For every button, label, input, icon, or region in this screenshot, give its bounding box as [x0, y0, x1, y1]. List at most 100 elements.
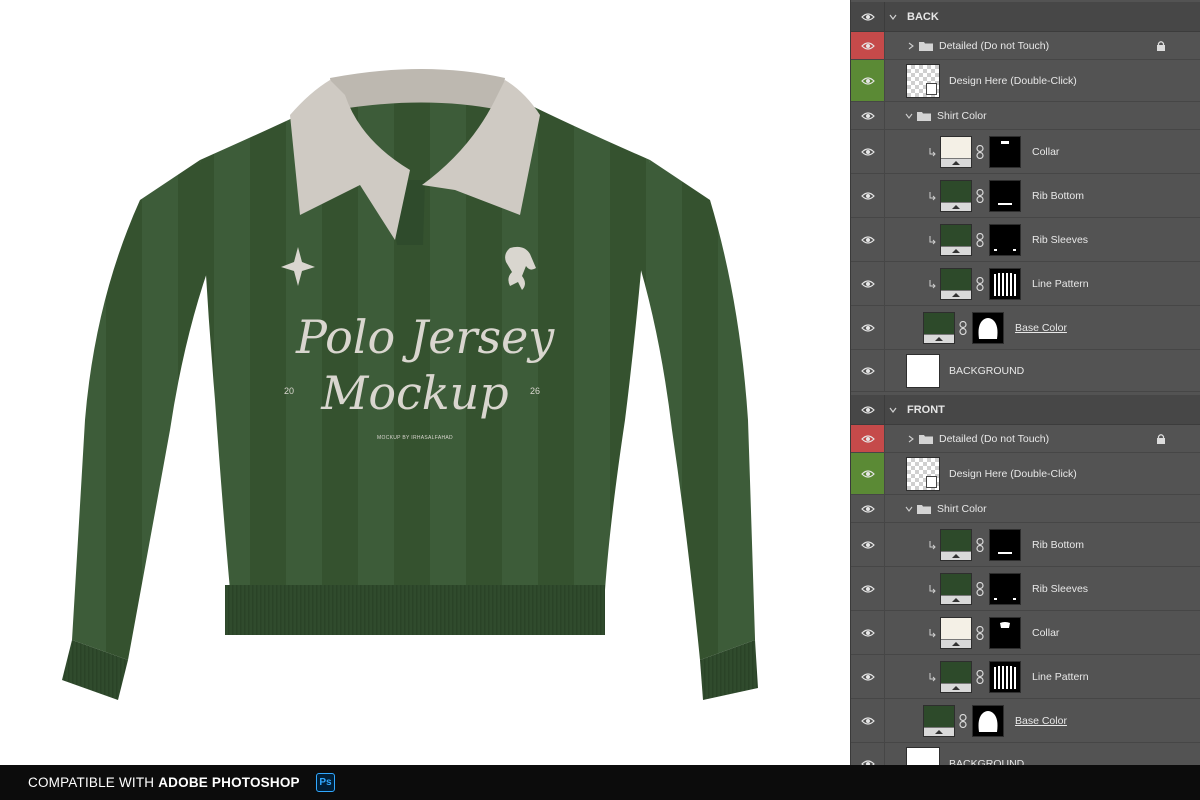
smart-object-thumbnail: [906, 457, 940, 491]
fill-indicator-icon: [941, 639, 971, 648]
layer-row[interactable]: Rib Bottom: [851, 523, 1200, 567]
mockup-canvas: Polo Jersey Mockup 20 26 MOCKUP BY IRHAS…: [0, 0, 850, 765]
color-fill-thumbnail: [940, 661, 972, 693]
layer-row[interactable]: Rib Bottom: [851, 174, 1200, 218]
eye-icon: [860, 628, 875, 637]
eye-icon: [860, 279, 875, 288]
smart-object-thumbnail: [906, 64, 940, 98]
mask-shape-icon: [994, 249, 1016, 251]
layer-row[interactable]: BACKGROUND: [851, 350, 1200, 392]
layer-row[interactable]: Base Color: [851, 306, 1200, 350]
link-chain-icon: [976, 670, 984, 684]
layer-group-label: BACK: [907, 11, 939, 23]
layer-group-label: FRONT: [907, 404, 945, 416]
visibility-toggle[interactable]: [851, 495, 885, 522]
visibility-toggle[interactable]: [851, 395, 885, 424]
color-fill-thumbnail: [923, 705, 955, 737]
folder-icon: [917, 112, 931, 121]
layer-row[interactable]: Line Pattern: [851, 262, 1200, 306]
visibility-toggle[interactable]: [851, 306, 885, 349]
layer-name: Base Color: [1015, 322, 1067, 334]
color-fill-thumbnail: [923, 312, 955, 344]
clipping-mask-icon: [929, 629, 936, 638]
folder-icon: [919, 42, 933, 51]
layer-row[interactable]: Detailed (Do not Touch): [851, 425, 1200, 453]
visibility-toggle[interactable]: [851, 453, 885, 494]
eye-icon: [860, 716, 875, 725]
color-fill-thumbnail: [940, 529, 972, 561]
layer-group-front[interactable]: FRONT: [851, 395, 1200, 425]
layer-name: Rib Bottom: [1032, 190, 1084, 202]
layer-name: Detailed (Do not Touch): [939, 433, 1050, 445]
design-title-line1: Polo Jersey: [296, 310, 555, 364]
color-fill-thumbnail: [940, 136, 972, 168]
layer-name: BACKGROUND: [949, 758, 1025, 765]
visibility-toggle[interactable]: [851, 699, 885, 742]
fill-indicator-icon: [924, 334, 954, 343]
design-title-line2: Mockup: [321, 366, 509, 420]
mask-shape-icon: [978, 318, 998, 339]
visibility-toggle[interactable]: [851, 262, 885, 305]
mask-shape-icon: [998, 552, 1012, 554]
design-year-left: 20: [284, 386, 295, 396]
fill-indicator-icon: [941, 551, 971, 560]
layer-row[interactable]: BACKGROUND: [851, 743, 1200, 765]
layer-mask-thumbnail: [989, 224, 1021, 256]
visibility-toggle[interactable]: [851, 567, 885, 610]
visibility-toggle[interactable]: [851, 743, 885, 765]
eye-icon: [860, 235, 875, 244]
eye-icon: [860, 191, 875, 200]
layer-name: Design Here (Double-Click): [949, 75, 1077, 87]
bottom-rib: [225, 585, 605, 635]
layer-row[interactable]: Detailed (Do not Touch): [851, 32, 1200, 60]
eye-icon: [860, 405, 875, 414]
layer-name: Design Here (Double-Click): [949, 468, 1077, 480]
eye-icon: [860, 540, 875, 549]
layer-row[interactable]: Design Here (Double-Click): [851, 453, 1200, 495]
layer-mask-thumbnail: [989, 180, 1021, 212]
layer-row[interactable]: Collar: [851, 611, 1200, 655]
layer-row[interactable]: Line Pattern: [851, 655, 1200, 699]
layer-row[interactable]: Rib Sleeves: [851, 218, 1200, 262]
layer-row[interactable]: Rib Sleeves: [851, 567, 1200, 611]
layer-mask-thumbnail: [989, 617, 1021, 649]
visibility-toggle[interactable]: [851, 102, 885, 129]
layer-row[interactable]: Collar: [851, 130, 1200, 174]
fill-indicator-icon: [941, 202, 971, 211]
layer-row[interactable]: Design Here (Double-Click): [851, 60, 1200, 102]
layer-row[interactable]: Base Color: [851, 699, 1200, 743]
visibility-toggle[interactable]: [851, 218, 885, 261]
link-chain-icon: [976, 538, 984, 552]
visibility-toggle[interactable]: [851, 611, 885, 654]
visibility-toggle[interactable]: [851, 174, 885, 217]
right-sleeve: [635, 160, 755, 660]
visibility-toggle[interactable]: [851, 523, 885, 566]
visibility-toggle[interactable]: [851, 130, 885, 173]
lock-icon: [1157, 41, 1165, 51]
chevron-down-icon: [889, 407, 897, 413]
mask-shape-icon: [978, 711, 998, 732]
layer-mask-thumbnail: [972, 312, 1004, 344]
visibility-toggle[interactable]: [851, 2, 885, 31]
visibility-toggle[interactable]: [851, 655, 885, 698]
compatibility-note: COMPATIBLE WITH ADOBE PHOTOSHOP: [28, 775, 300, 790]
fill-indicator-icon: [941, 595, 971, 604]
mask-shape-icon: [994, 273, 1016, 296]
compatibility-product: ADOBE PHOTOSHOP: [158, 775, 300, 790]
layer-row[interactable]: Shirt Color: [851, 495, 1200, 523]
layer-mask-thumbnail: [989, 661, 1021, 693]
mask-shape-icon: [998, 203, 1012, 205]
link-chain-icon: [959, 714, 967, 728]
link-chain-icon: [976, 626, 984, 640]
visibility-toggle[interactable]: [851, 350, 885, 391]
visibility-toggle[interactable]: [851, 32, 885, 59]
layer-row[interactable]: Shirt Color: [851, 102, 1200, 130]
visibility-toggle[interactable]: [851, 425, 885, 452]
layer-group-back[interactable]: BACK: [851, 2, 1200, 32]
mask-shape-icon: [994, 666, 1016, 689]
mask-shape-icon: [1001, 141, 1009, 144]
eye-icon: [860, 323, 875, 332]
eye-icon: [860, 504, 875, 513]
visibility-toggle[interactable]: [851, 60, 885, 101]
eye-icon: [860, 111, 875, 120]
